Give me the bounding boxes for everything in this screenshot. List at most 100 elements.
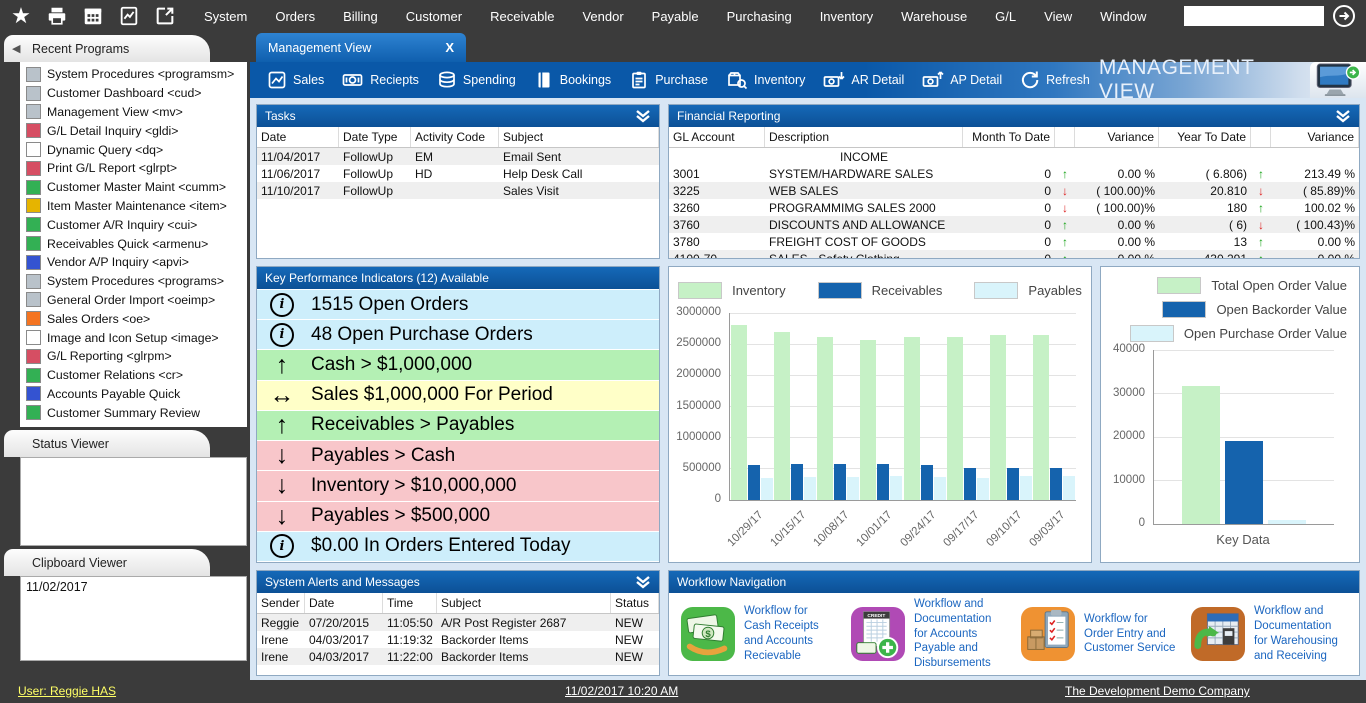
kpi-item[interactable]: ↑ Receivables > Payables [257, 411, 659, 440]
print-icon[interactable] [44, 3, 70, 29]
table-row[interactable]: 11/06/2017 FollowUp HD Help Desk Call [257, 165, 659, 182]
toolbar-button[interactable]: Purchase [620, 70, 717, 90]
column-header[interactable]: Subject [437, 593, 611, 613]
kpi-item[interactable]: ↑ Cash > $1,000,000 [257, 350, 659, 379]
menu-item[interactable]: Billing [329, 9, 392, 24]
column-header[interactable] [1055, 127, 1075, 147]
favorites-icon[interactable]: ★ [8, 3, 34, 29]
tab-recent-programs[interactable]: ◀ Recent Programs [4, 35, 210, 62]
column-header[interactable]: Variance [1271, 127, 1359, 147]
menu-item[interactable]: View [1030, 9, 1086, 24]
status-datetime-link[interactable]: 11/02/2017 10:20 AM [565, 684, 678, 698]
toolbar-button[interactable]: Bookings [525, 70, 620, 90]
tab-clipboard-viewer[interactable]: Clipboard Viewer [4, 549, 210, 576]
table-row[interactable]: Irene 04/03/2017 11:19:32 Backorder Item… [257, 631, 659, 648]
column-header[interactable]: Sender [257, 593, 305, 613]
column-header[interactable]: Status [611, 593, 659, 613]
program-item[interactable]: System Procedures <programs> [24, 272, 247, 291]
workflow-item[interactable]: Workflow and Documentation for Warehousi… [1191, 604, 1347, 664]
menu-item[interactable]: Warehouse [887, 9, 981, 24]
program-item[interactable]: General Order Import <oeimp> [24, 291, 247, 310]
workflow-item[interactable]: CREDIT Workflow and Documentation for Ac… [851, 597, 1007, 672]
column-header[interactable]: Activity Code [411, 127, 499, 147]
status-company-link[interactable]: The Development Demo Company [1065, 684, 1250, 698]
workflow-item[interactable]: $ Workflow for Cash Receipts and Account… [681, 604, 837, 664]
column-header[interactable]: Description [765, 127, 963, 147]
column-header[interactable]: Year To Date [1159, 127, 1251, 147]
program-item[interactable]: Item Master Maintenance <item> [24, 197, 247, 216]
program-item[interactable]: Dynamic Query <dq> [24, 140, 247, 159]
table-row[interactable]: 11/04/2017 FollowUp EM Email Sent [257, 148, 659, 165]
table-row[interactable]: Reggie 07/20/2015 11:05:50 A/R Post Regi… [257, 614, 659, 631]
program-item[interactable]: Customer Relations <cr> [24, 366, 247, 385]
kpi-item[interactable]: ↓ Payables > $500,000 [257, 502, 659, 531]
toolbar-button[interactable]: Spending [428, 70, 525, 90]
calendar-icon[interactable] [80, 3, 106, 29]
kpi-item[interactable]: i 48 Open Purchase Orders [257, 320, 659, 349]
menu-item[interactable]: Window [1086, 9, 1160, 24]
program-item[interactable]: Vendor A/P Inquiry <apvi> [24, 253, 247, 272]
collapse-sidebar-icon[interactable]: ◀ [12, 42, 20, 55]
search-input[interactable] [1184, 6, 1324, 26]
column-header[interactable]: Time [383, 593, 437, 613]
program-item[interactable]: Customer Summary Review [24, 403, 247, 422]
program-item[interactable]: Image and Icon Setup <image> [24, 328, 247, 347]
export-icon[interactable] [152, 3, 178, 29]
kpi-item[interactable]: ↓ Inventory > $10,000,000 [257, 471, 659, 500]
close-tab-icon[interactable]: X [445, 40, 454, 55]
column-header[interactable]: Month To Date [963, 127, 1055, 147]
column-header[interactable]: Subject [499, 127, 659, 147]
program-item[interactable]: Print G/L Report <glrpt> [24, 159, 247, 178]
menu-item[interactable]: Customer [392, 9, 476, 24]
report-icon[interactable] [116, 3, 142, 29]
program-item[interactable]: G/L Detail Inquiry <gldi> [24, 121, 247, 140]
menu-item[interactable]: System [190, 9, 261, 24]
program-item[interactable]: Receivables Quick <armenu> [24, 234, 247, 253]
kpi-item[interactable]: ↔ Sales $1,000,000 For Period [257, 381, 659, 410]
launch-monitor-icon[interactable] [1310, 62, 1366, 98]
kpi-item[interactable]: ↓ Payables > Cash [257, 441, 659, 470]
menu-item[interactable]: Payable [638, 9, 713, 24]
program-item[interactable]: G/L Reporting <glrpm> [24, 347, 247, 366]
go-button[interactable] [1332, 4, 1356, 28]
program-item[interactable]: Sales Orders <oe> [24, 309, 247, 328]
table-row[interactable]: 3780 FREIGHT COST OF GOODS 0 ↑ 0.00 % 13… [669, 233, 1359, 250]
collapse-panel-icon[interactable] [1335, 110, 1351, 123]
tab-management-view[interactable]: Management View X [256, 33, 466, 62]
collapse-panel-icon[interactable] [635, 576, 651, 589]
menu-item[interactable]: Purchasing [713, 9, 806, 24]
table-row[interactable]: 3760 DISCOUNTS AND ALLOWANCE 0 ↑ 0.00 % … [669, 216, 1359, 233]
table-row[interactable]: Irene 04/03/2017 11:22:00 Backorder Item… [257, 648, 659, 665]
toolbar-button[interactable]: AR Detail [814, 70, 913, 90]
kpi-item[interactable]: i 1515 Open Orders [257, 290, 659, 319]
column-header[interactable]: Date [305, 593, 383, 613]
toolbar-button[interactable]: AP Detail [913, 70, 1011, 90]
table-row[interactable]: 11/10/2017 FollowUp Sales Visit [257, 182, 659, 199]
status-user-link[interactable]: User: Reggie HAS [18, 684, 116, 698]
toolbar-button[interactable]: Sales [258, 70, 333, 90]
program-item[interactable]: Customer Master Maint <cumm> [24, 178, 247, 197]
menu-item[interactable]: Inventory [806, 9, 887, 24]
menu-item[interactable]: Receivable [476, 9, 568, 24]
toolbar-button[interactable]: Reciepts [333, 70, 428, 90]
table-row[interactable]: 4100-70 SALES - Safety Clothing 0 ↑ 0.00… [669, 250, 1359, 259]
program-item[interactable]: Customer A/R Inquiry <cui> [24, 215, 247, 234]
column-header[interactable]: GL Account [669, 127, 765, 147]
tab-status-viewer[interactable]: Status Viewer [4, 430, 210, 457]
clipboard-viewer-box[interactable]: 11/02/2017 [20, 576, 247, 661]
toolbar-button[interactable]: Refresh [1011, 70, 1099, 90]
menu-item[interactable]: Vendor [568, 9, 637, 24]
program-item[interactable]: System Procedures <programsm> [24, 65, 247, 84]
column-header[interactable]: Date [257, 127, 339, 147]
workflow-item[interactable]: Workflow for Order Entry and Customer Se… [1021, 607, 1177, 661]
table-row[interactable]: 3260 PROGRAMMIMG SALES 2000 0 ↓ ( 100.00… [669, 199, 1359, 216]
program-item[interactable]: Management View <mv> [24, 103, 247, 122]
collapse-panel-icon[interactable] [635, 110, 651, 123]
column-header[interactable]: Date Type [339, 127, 411, 147]
menu-item[interactable]: G/L [981, 9, 1030, 24]
menu-item[interactable]: Orders [261, 9, 329, 24]
column-header[interactable] [1251, 127, 1271, 147]
table-row[interactable]: 3001 SYSTEM/HARDWARE SALES 0 ↑ 0.00 % ( … [669, 165, 1359, 182]
table-row[interactable]: 3225 WEB SALES 0 ↓ ( 100.00)% 20.810 ↓ (… [669, 182, 1359, 199]
kpi-item[interactable]: i $0.00 In Orders Entered Today [257, 532, 659, 561]
